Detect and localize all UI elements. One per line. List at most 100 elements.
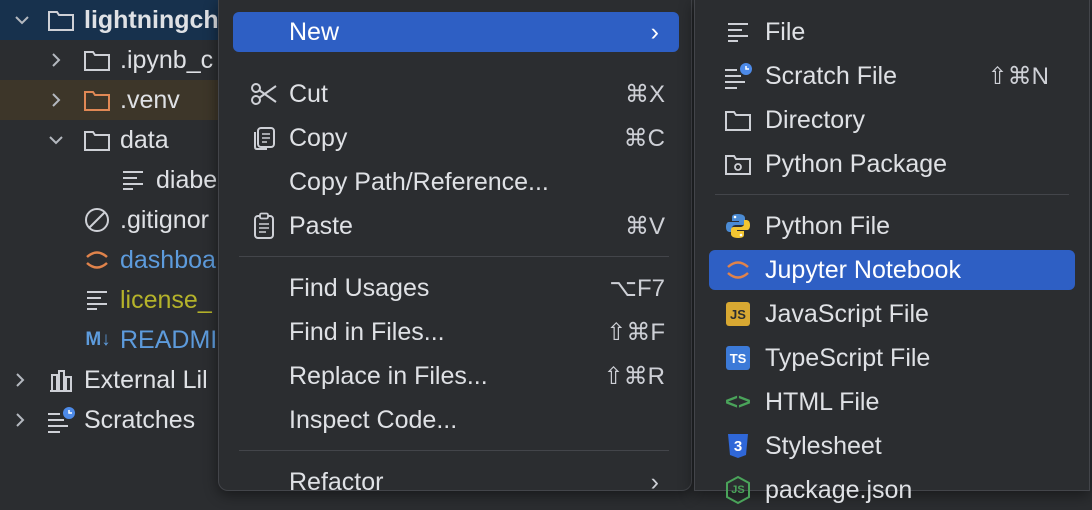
tree-item-label: diabe (156, 165, 218, 194)
menu-separator (715, 194, 1069, 195)
chevron-right-icon[interactable] (46, 90, 66, 110)
submenu-item-python-package[interactable]: Python Package (709, 144, 1075, 184)
submenu-item-scratch-file[interactable]: Scratch File ⇧⌘N (709, 56, 1075, 96)
context-menu: New › Cut ⌘X Copy ⌘C Copy Path/Reference… (218, 0, 692, 496)
menu-item-label: Copy (289, 123, 348, 152)
new-submenu: File Scratch File ⇧⌘N Directory Python P… (694, 0, 1090, 505)
menu-item-label: Find in Files... (289, 317, 445, 346)
chevron-down-icon[interactable] (46, 130, 66, 150)
chevron-right-icon[interactable] (10, 370, 30, 390)
css-icon: 3 (723, 431, 753, 461)
folder-icon (82, 125, 112, 155)
text-file-icon (118, 165, 148, 195)
jupyter-icon (82, 245, 112, 275)
tree-item-project-root[interactable]: lightningch (0, 0, 240, 40)
menu-item-inspect-code[interactable]: Inspect Code... (233, 400, 679, 440)
chevron-down-icon[interactable] (12, 10, 32, 30)
submenu-item-directory[interactable]: Directory (709, 100, 1075, 140)
tree-item-label: data (120, 125, 169, 154)
chevron-right-icon: › (650, 467, 659, 496)
menu-separator (239, 450, 669, 451)
folder-icon (82, 85, 112, 115)
tree-item-label: External Lil (84, 365, 208, 394)
markdown-icon: M↓ (85, 329, 111, 350)
shortcut-label: ⌘V (624, 212, 665, 240)
tree-item-label: lightningch (84, 5, 219, 34)
tree-item-license[interactable]: license_ (0, 280, 240, 320)
menu-item-new[interactable]: New › (233, 12, 679, 52)
chevron-right-icon: › (650, 17, 659, 46)
text-file-icon (82, 285, 112, 315)
submenu-item-javascript-file[interactable]: JS JavaScript File (709, 294, 1075, 334)
submenu-item-label: TypeScript File (765, 343, 931, 372)
tree-item-label: dashboa (120, 245, 216, 274)
tree-item-label: READMI (120, 325, 218, 354)
javascript-icon: JS (723, 299, 753, 329)
submenu-item-package-json[interactable]: JS package.json (709, 470, 1075, 510)
submenu-item-file[interactable]: File (709, 12, 1075, 52)
tree-item-data[interactable]: data (0, 120, 240, 160)
tree-item-label: Scratches (84, 405, 196, 434)
submenu-item-label: package.json (765, 475, 913, 504)
submenu-scrollbar[interactable] (1083, 0, 1089, 490)
tree-item-label: .venv (120, 85, 180, 114)
menu-item-find-in-files[interactable]: Find in Files... ⇧⌘F (233, 312, 679, 352)
submenu-item-label: Stylesheet (765, 431, 882, 460)
submenu-item-html-file[interactable]: <> HTML File (709, 382, 1075, 422)
ts-badge: TS (726, 346, 750, 370)
library-icon (46, 365, 76, 395)
shortcut-label: ⇧⌘R (603, 362, 665, 390)
menu-item-copy-path[interactable]: Copy Path/Reference... (233, 162, 679, 202)
shortcut-label: ⇧⌘F (606, 318, 665, 346)
submenu-item-typescript-file[interactable]: TS TypeScript File (709, 338, 1075, 378)
tree-item-scratches[interactable]: Scratches (0, 400, 240, 440)
submenu-item-label: File (765, 17, 806, 46)
submenu-item-label: Python Package (765, 149, 948, 178)
menu-item-find-usages[interactable]: Find Usages ⌥F7 (233, 268, 679, 308)
tree-item-diabetes-file[interactable]: diabe (0, 160, 240, 200)
typescript-icon: TS (723, 343, 753, 373)
menu-separator (239, 256, 669, 257)
menu-item-label: Replace in Files... (289, 361, 488, 390)
submenu-item-stylesheet[interactable]: 3 Stylesheet (709, 426, 1075, 466)
clipboard-icon (249, 211, 279, 241)
nodejs-icon: JS (723, 475, 753, 505)
shortcut-label: ⌘C (623, 124, 665, 152)
tree-item-external-libraries[interactable]: External Lil (0, 360, 240, 400)
menu-item-paste[interactable]: Paste ⌘V (233, 206, 679, 246)
text-file-icon (723, 17, 753, 47)
scratches-icon (46, 405, 76, 435)
tree-item-label: license_ (120, 285, 212, 314)
tree-item-label: .ipynb_c (120, 45, 214, 74)
menu-item-cut[interactable]: Cut ⌘X (233, 74, 679, 114)
ignore-file-icon (82, 205, 112, 235)
submenu-item-label: Scratch File (765, 61, 897, 90)
folder-icon (82, 45, 112, 75)
chevron-right-icon[interactable] (10, 410, 30, 430)
submenu-item-jupyter-notebook[interactable]: Jupyter Notebook (709, 250, 1075, 290)
menu-item-replace-in-files[interactable]: Replace in Files... ⇧⌘R (233, 356, 679, 396)
menu-item-copy[interactable]: Copy ⌘C (233, 118, 679, 158)
shortcut-label: ⌘X (624, 80, 665, 108)
tree-item-label: .gitignor (120, 205, 209, 234)
tree-item-venv[interactable]: .venv (0, 80, 240, 120)
submenu-item-label: Python File (765, 211, 891, 240)
tree-item-gitignore[interactable]: .gitignor (0, 200, 240, 240)
chevron-right-icon[interactable] (46, 50, 66, 70)
js-badge: JS (731, 484, 745, 496)
menu-item-label: Paste (289, 211, 353, 240)
submenu-item-label: JavaScript File (765, 299, 929, 328)
tree-item-ipynb-checkpoints[interactable]: .ipynb_c (0, 40, 240, 80)
package-folder-icon (723, 149, 753, 179)
tree-item-dashboard[interactable]: dashboa (0, 240, 240, 280)
submenu-item-label: Directory (765, 105, 866, 134)
menu-item-label: Inspect Code... (289, 405, 458, 434)
html-icon: <> (725, 389, 751, 414)
submenu-item-python-file[interactable]: Python File (709, 206, 1075, 246)
folder-icon (46, 5, 76, 35)
tree-item-readme[interactable]: M↓ READMI (0, 320, 240, 360)
js-badge: JS (726, 302, 750, 326)
shortcut-label: ⇧⌘N (987, 62, 1049, 90)
menu-item-refactor[interactable]: Refactor › (233, 462, 679, 502)
menu-item-label: Refactor (289, 467, 384, 496)
